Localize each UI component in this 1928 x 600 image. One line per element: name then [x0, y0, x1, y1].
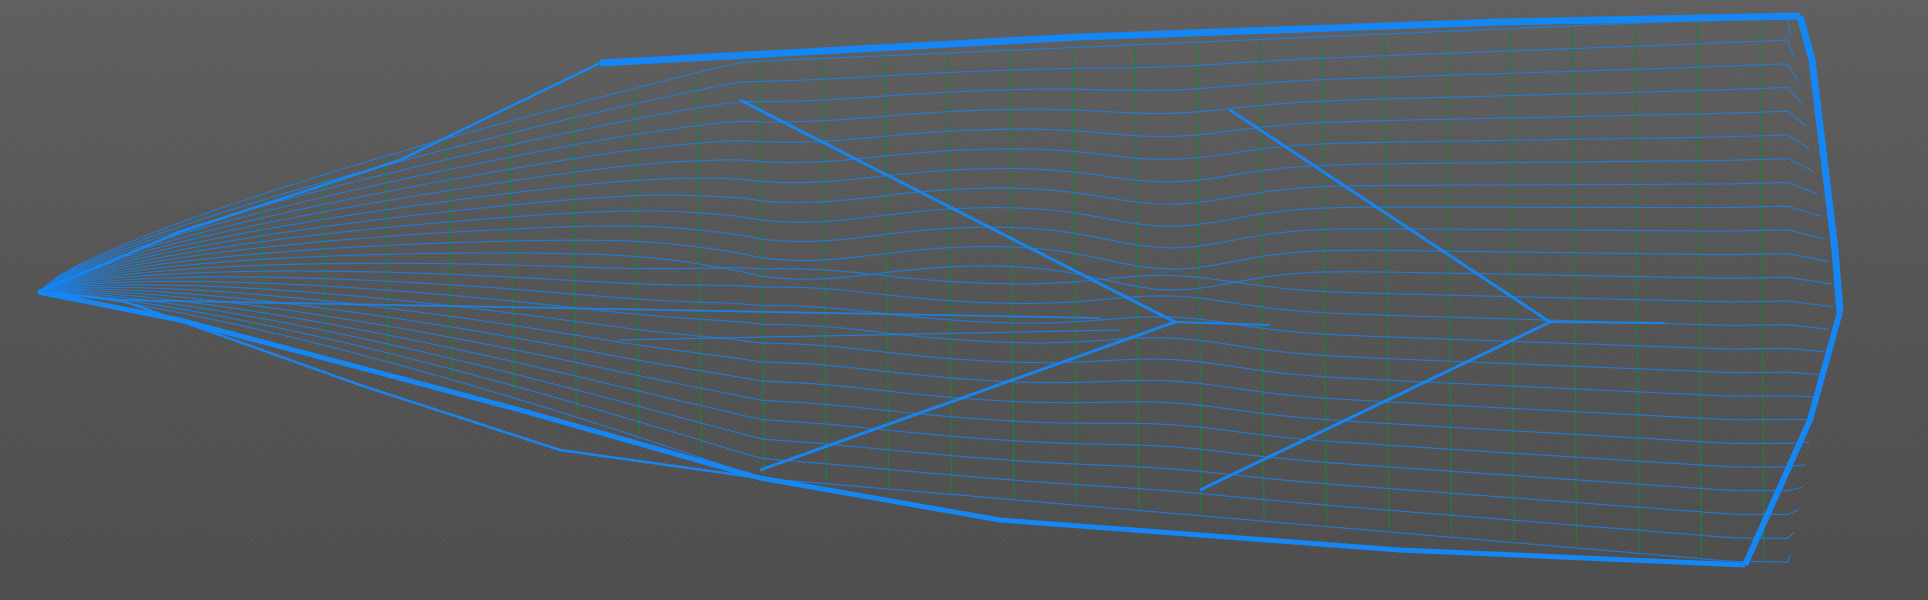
waterline [37, 239, 1830, 293]
hull-outline-transom [1742, 311, 1843, 567]
3d-viewport[interactable] [0, 0, 1928, 600]
waterline [37, 252, 1834, 293]
station-line [321, 177, 328, 343]
station-line [1134, 46, 1140, 509]
waterline [37, 87, 1803, 293]
hull-outline-transom [1796, 15, 1844, 313]
hull-outline-bottom [37, 289, 1746, 568]
waterlines [37, 15, 1834, 563]
station-line [1196, 44, 1203, 514]
station-line [1259, 41, 1265, 519]
station-line [571, 106, 578, 414]
keel-line [119, 299, 1101, 319]
station-line [1009, 52, 1015, 498]
chine-line-aft [1199, 108, 1552, 492]
waterline [37, 39, 1795, 293]
station-line [1509, 30, 1515, 541]
station-line [1071, 49, 1078, 503]
waterline [37, 158, 1814, 293]
station-line [1634, 25, 1640, 552]
station-line [1571, 27, 1578, 546]
station-line [946, 54, 953, 493]
waterline [37, 290, 1802, 492]
station-line [1696, 22, 1703, 557]
station-line [509, 123, 515, 395]
station-line [634, 90, 640, 434]
hull-outline-bow [37, 290, 761, 480]
hull-outline [37, 12, 1844, 568]
station-line [821, 60, 828, 482]
waterline [37, 280, 1822, 376]
hull-outline-top [599, 12, 1801, 67]
station-line [1446, 33, 1453, 535]
station-line [1759, 21, 1765, 559]
station-line [259, 196, 265, 328]
station-line [1384, 35, 1390, 530]
station-line [1321, 38, 1328, 525]
station-line [384, 158, 390, 360]
hull-wireframe-mesh [37, 12, 1844, 568]
spine-segment [1549, 321, 1666, 324]
waterline [37, 291, 1799, 516]
hull-outline-bow [37, 61, 601, 294]
station-line [446, 140, 453, 377]
